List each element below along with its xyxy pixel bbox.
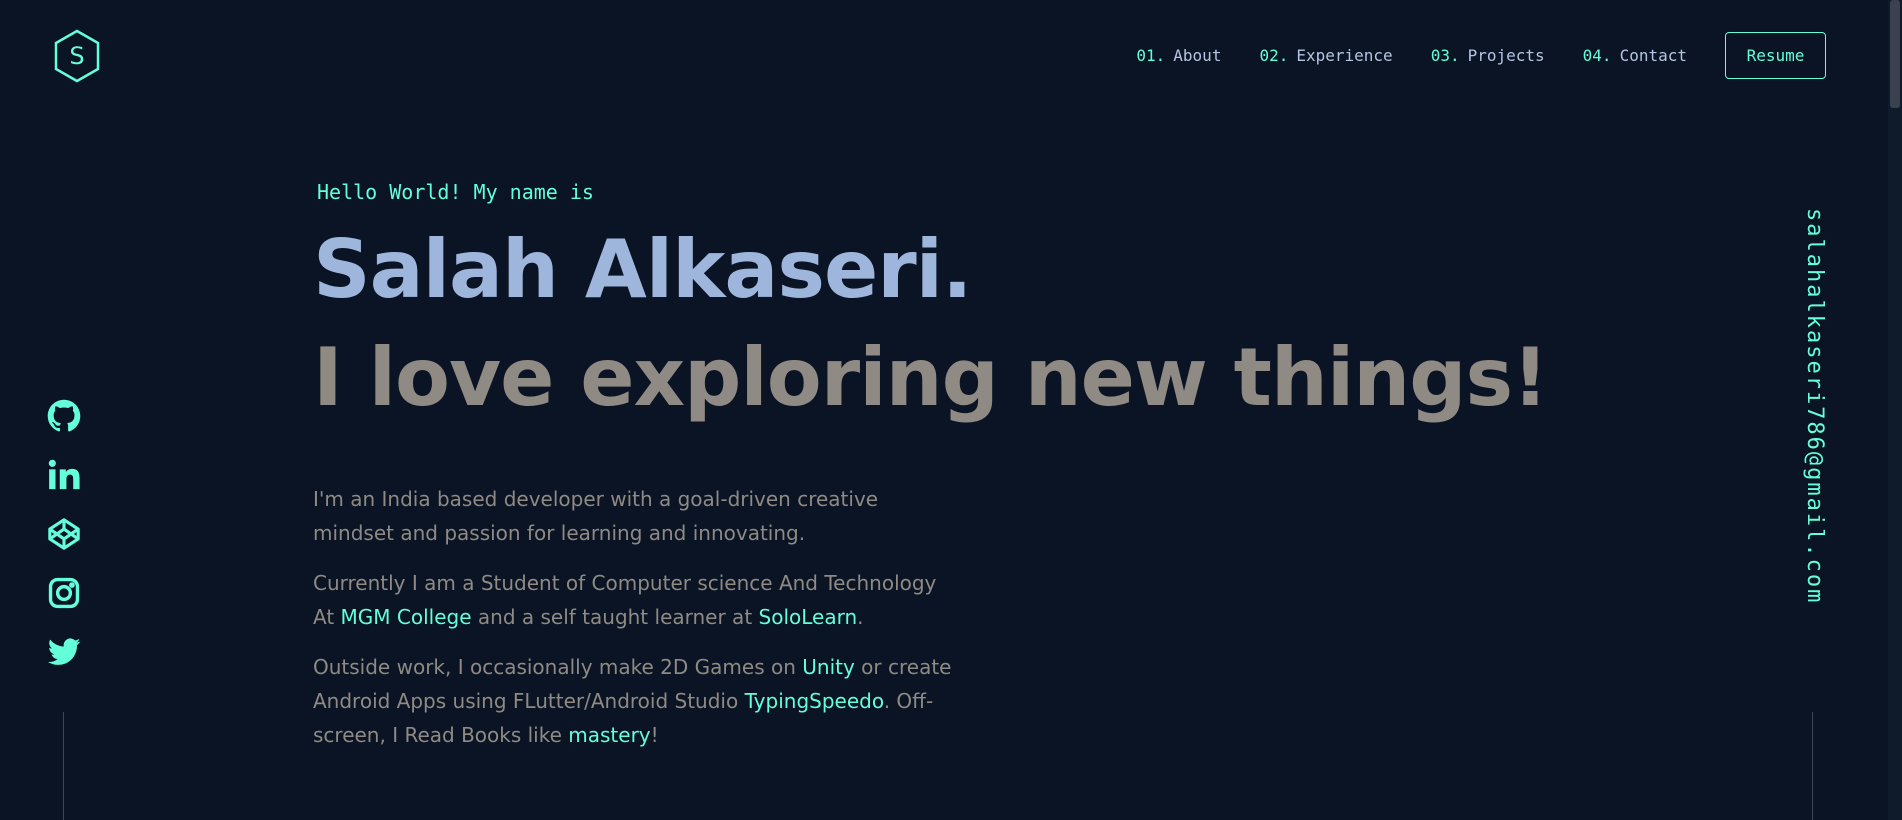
nav-link-projects[interactable]: 03. Projects xyxy=(1431,46,1545,65)
main-nav: 01. About 02. Experience 03. Projects 04… xyxy=(1136,32,1826,79)
nav-number: 04. xyxy=(1582,46,1612,65)
github-icon[interactable] xyxy=(46,398,82,434)
nav-label: Projects xyxy=(1467,46,1545,65)
nav-number: 02. xyxy=(1259,46,1289,65)
bio-text: Outside work, I occasionally make 2D Gam… xyxy=(313,655,803,679)
hero-tagline: I love exploring new things! xyxy=(313,331,1549,424)
nav-number: 03. xyxy=(1430,46,1460,65)
mastery-link[interactable]: mastery xyxy=(568,723,650,747)
hero-name: Salah Alkaseri. xyxy=(313,223,972,316)
bio-paragraph: I'm an India based developer with a goal… xyxy=(313,482,953,550)
sololearn-link[interactable]: SoloLearn xyxy=(759,605,858,629)
unity-link[interactable]: Unity xyxy=(802,655,855,679)
logo[interactable]: S xyxy=(52,28,102,84)
page-scrollbar[interactable] xyxy=(1888,0,1902,820)
hero-greeting: Hello World! My name is xyxy=(317,180,594,204)
codepen-icon[interactable] xyxy=(46,516,82,552)
bio-paragraph: Outside work, I occasionally make 2D Gam… xyxy=(313,650,953,752)
bio-paragraph: Currently I am a Student of Computer sci… xyxy=(313,566,953,634)
linkedin-icon[interactable] xyxy=(46,457,82,493)
email-link[interactable]: salahalkaseri786@gmail.com xyxy=(1802,208,1827,604)
bio-text: I'm an India based developer with a goal… xyxy=(313,487,879,545)
nav-label: Experience xyxy=(1296,46,1393,65)
nav-label: Contact xyxy=(1619,46,1687,65)
nav-link-about[interactable]: 01. About xyxy=(1136,46,1221,65)
right-divider-line xyxy=(1812,712,1813,820)
bio-text: ! xyxy=(650,723,659,747)
mgm-college-link[interactable]: MGM College xyxy=(341,605,472,629)
resume-button[interactable]: Resume xyxy=(1725,32,1826,79)
hero-section: Hello World! My name is Salah Alkaseri. … xyxy=(313,180,1549,768)
bio-text: . xyxy=(857,605,864,629)
twitter-icon[interactable] xyxy=(46,634,82,670)
instagram-icon[interactable] xyxy=(46,575,82,611)
nav-link-experience[interactable]: 02. Experience xyxy=(1259,46,1392,65)
hero-bio: I'm an India based developer with a goal… xyxy=(313,482,953,752)
nav-link-contact[interactable]: 04. Contact xyxy=(1583,46,1687,65)
bio-text: and a self taught learner at xyxy=(471,605,759,629)
nav-number: 01. xyxy=(1136,46,1166,65)
scrollbar-thumb[interactable] xyxy=(1890,0,1900,108)
left-divider-line xyxy=(63,712,64,820)
nav-label: About xyxy=(1173,46,1222,65)
typingspeedo-link[interactable]: TypingSpeedo xyxy=(745,689,884,713)
logo-letter: S xyxy=(69,42,85,70)
social-links xyxy=(44,398,84,693)
